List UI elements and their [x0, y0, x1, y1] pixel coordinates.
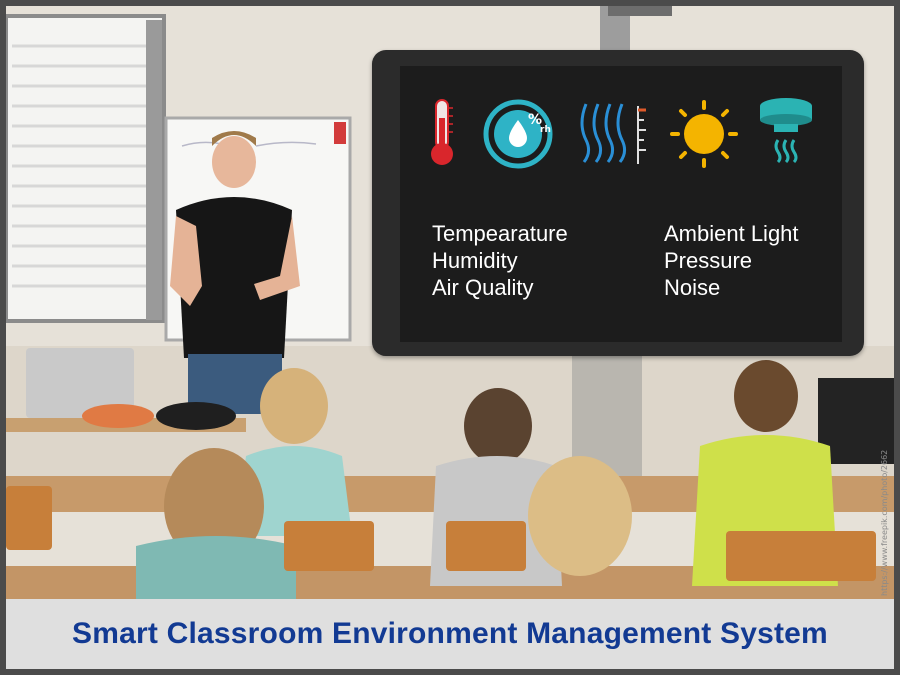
humidity-rh-glyph: rh — [540, 125, 551, 135]
caption-bar: Smart Classroom Environment Management S… — [6, 599, 894, 669]
window — [6, 14, 166, 323]
watermark-text: https://www.freepik.com/photo/2662 — [880, 449, 889, 596]
airflow-icon — [580, 103, 646, 164]
sensor-list-left: Tempearature Humidity Air Quality — [432, 220, 568, 301]
humidity-icon: % rh — [483, 99, 553, 169]
display-screen: % rh Tempearature Humidity Air Quality A… — [400, 66, 842, 342]
sensor-label: Pressure — [664, 248, 753, 273]
sensor-label: Tempearature — [432, 221, 568, 246]
watermark: https://www.freepik.com/photo/2662 — [880, 446, 892, 599]
thermometer-icon — [431, 99, 453, 165]
sensor-label: Humidity — [432, 248, 518, 273]
image-frame: % rh Tempearature Humidity Air Quality A… — [0, 0, 900, 675]
caption-title: Smart Classroom Environment Management S… — [72, 617, 828, 650]
classroom-photo: % rh Tempearature Humidity Air Quality A… — [6, 6, 894, 599]
sensor-label: Ambient Light — [664, 221, 799, 246]
sun-icon — [670, 100, 738, 168]
sensor-label: Air Quality — [432, 275, 534, 300]
sensor-label: Noise — [664, 275, 721, 300]
sensor-list-right: Ambient Light Pressure Noise — [664, 220, 799, 301]
smoke-detector-icon — [760, 98, 812, 164]
